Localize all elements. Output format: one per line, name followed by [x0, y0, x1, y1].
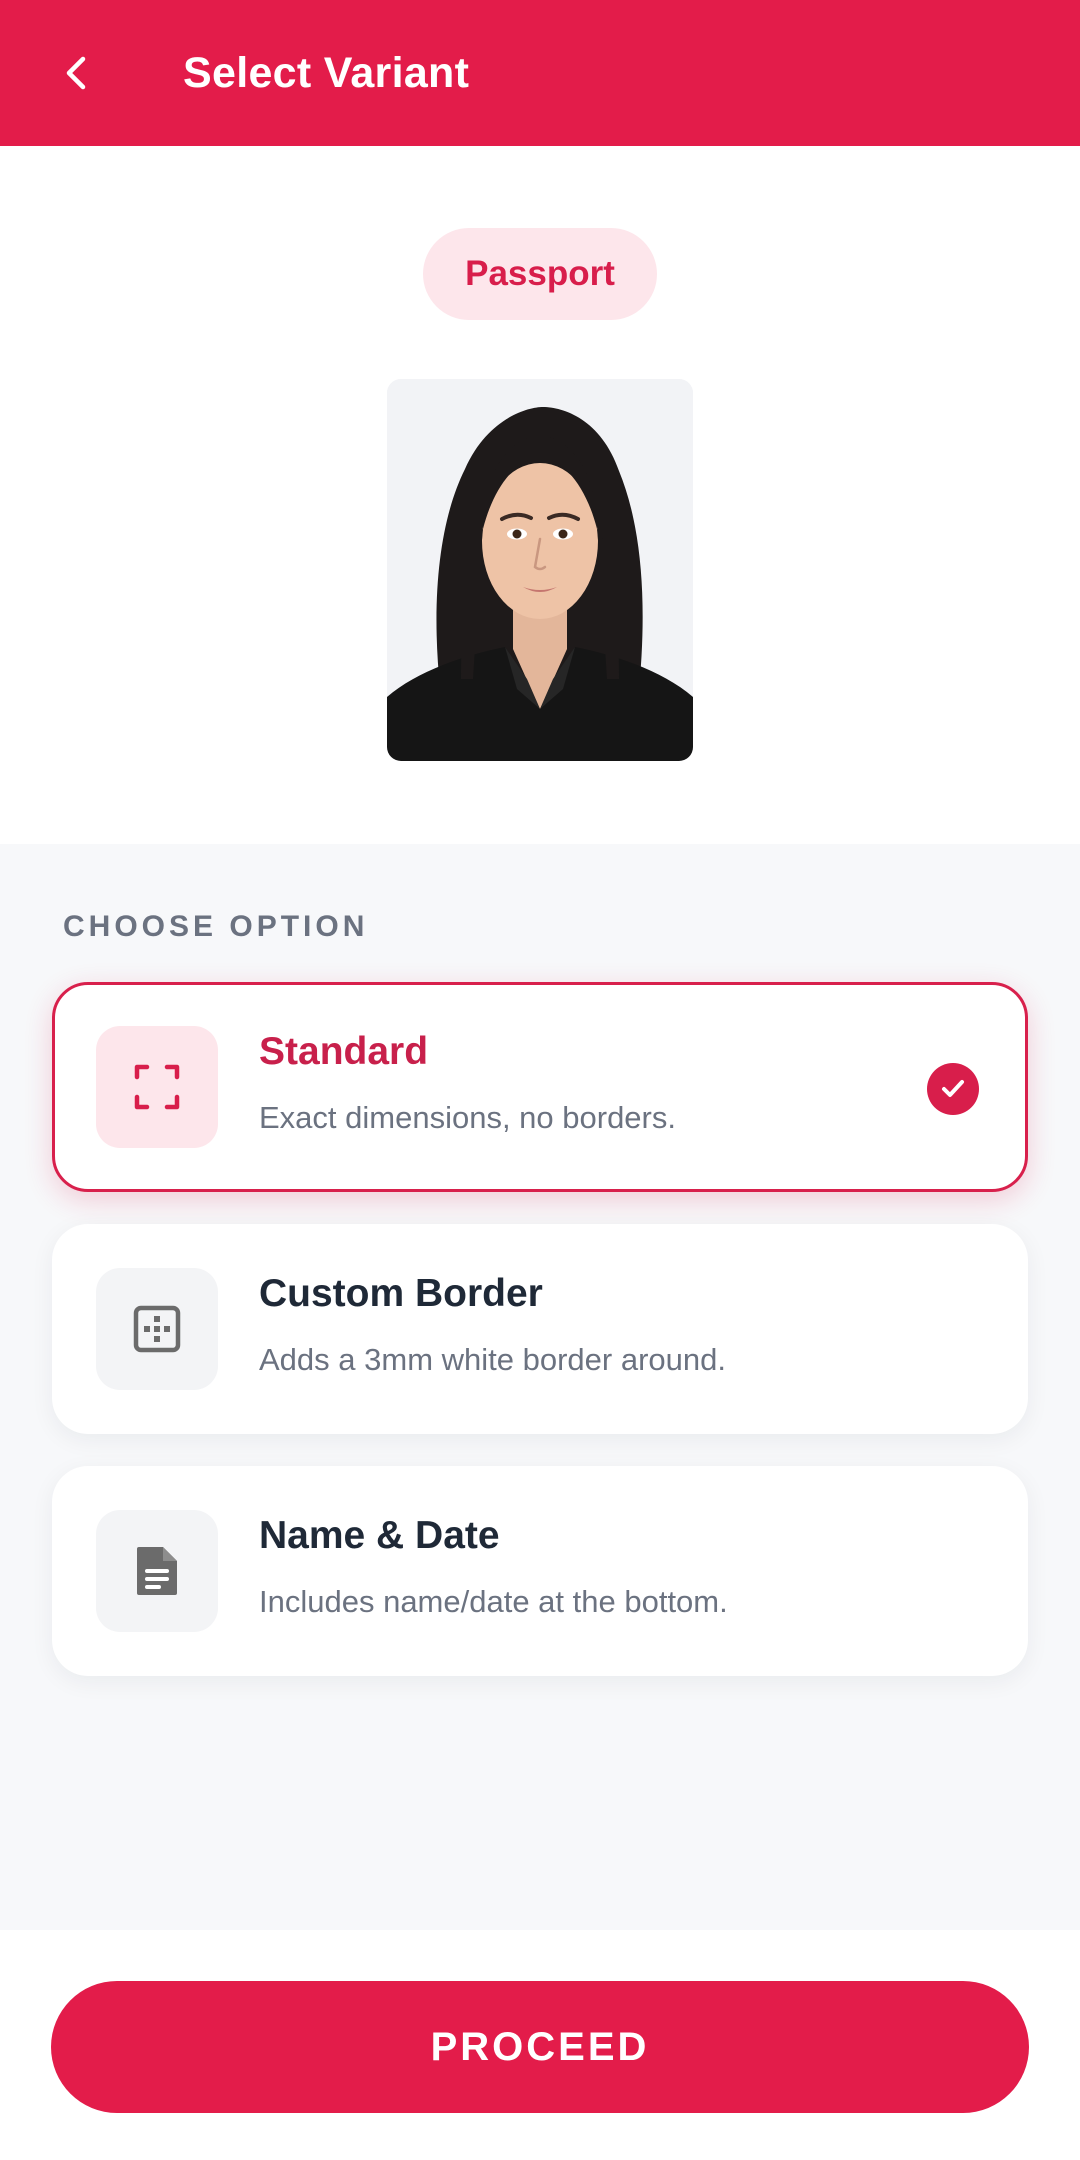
app-bar: Select Variant — [0, 0, 1080, 146]
passport-photo — [387, 379, 693, 761]
crop-corners-icon — [134, 1064, 180, 1110]
proceed-button[interactable]: PROCEED — [51, 1981, 1029, 2113]
back-button[interactable] — [40, 36, 114, 110]
option-custom-border[interactable]: Custom Border Adds a 3mm white border ar… — [52, 1224, 1028, 1434]
option-name-date[interactable]: Name & Date Includes name/date at the bo… — [52, 1466, 1028, 1676]
option-description: Exact dimensions, no borders. — [259, 1100, 676, 1135]
option-icon-container — [96, 1026, 218, 1148]
option-description: Adds a 3mm white border around. — [259, 1342, 726, 1377]
option-icon-container — [96, 1268, 218, 1390]
page-title: Select Variant — [183, 49, 470, 97]
option-title: Name & Date — [259, 1514, 500, 1557]
bottom-bar: PROCEED — [0, 1930, 1080, 2160]
option-title: Custom Border — [259, 1272, 543, 1315]
choose-option-label: CHOOSE OPTION — [63, 910, 369, 943]
option-description: Includes name/date at the bottom. — [259, 1584, 728, 1619]
document-icon — [137, 1547, 177, 1595]
option-standard[interactable]: Standard Exact dimensions, no borders. — [52, 982, 1028, 1192]
chevron-left-icon — [66, 56, 86, 90]
preview-section: Passport — [0, 146, 1080, 844]
border-grid-icon — [133, 1305, 181, 1353]
option-title: Standard — [259, 1030, 429, 1073]
document-type-chip: Passport — [423, 228, 657, 320]
check-circle-icon — [927, 1063, 979, 1115]
option-icon-container — [96, 1510, 218, 1632]
